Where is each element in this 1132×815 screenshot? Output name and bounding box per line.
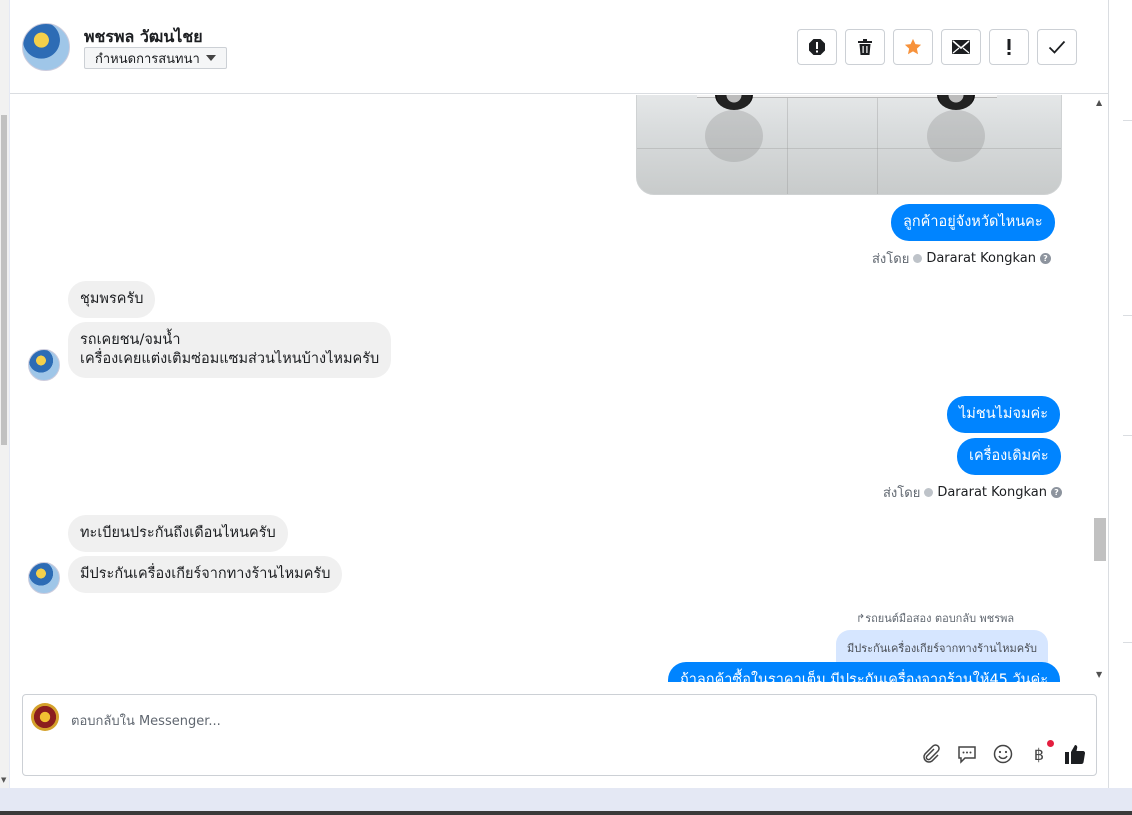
follow-up-button[interactable]	[989, 29, 1029, 65]
verified-dot-icon	[913, 254, 923, 263]
star-icon	[904, 38, 922, 55]
star-button[interactable]	[893, 29, 933, 65]
app-window: ▼ พชรพล วัฒนไชย กำหนดการสนทนา ลูกค้าอยู่…	[0, 0, 1132, 815]
divider	[1123, 435, 1132, 436]
wheel-reflection-shape	[705, 110, 763, 162]
help-icon[interactable]: ?	[1039, 253, 1051, 264]
saved-reply-icon	[958, 746, 976, 764]
sender-name[interactable]: Dararat Kongkan	[937, 485, 1047, 500]
sent-by-prefix: ส่งโดย	[883, 486, 921, 501]
outgoing-message[interactable]: ไม่ชนไม่จมค่ะ	[947, 396, 1060, 433]
page-scroll-down-arrow[interactable]: ▼	[1, 776, 6, 784]
delete-button[interactable]	[845, 29, 885, 65]
outgoing-message[interactable]: เครื่องเดิมค่ะ	[957, 438, 1061, 475]
divider	[1123, 315, 1132, 316]
baht-payment-icon: ฿	[1033, 744, 1045, 764]
scroll-down-arrow[interactable]: ▼	[1096, 670, 1102, 679]
envelope-icon	[952, 40, 970, 54]
assign-conversation-button[interactable]: กำหนดการสนทนา	[84, 47, 227, 69]
message-line: รถเคยชน/จมน้ำ	[80, 332, 181, 348]
sent-by-label: ส่งโดย Dararat Kongkan ?	[872, 248, 1051, 269]
floor-line	[787, 98, 788, 194]
sent-by-label: ส่งโดย Dararat Kongkan ?	[883, 482, 1062, 503]
assign-conversation-label: กำหนดการสนทนา	[95, 51, 200, 67]
sender-name[interactable]: Dararat Kongkan	[926, 251, 1036, 266]
conversation-panel: พชรพล วัฒนไชย กำหนดการสนทนา ลูกค้าอยู่จั…	[10, 0, 1108, 788]
payment-button[interactable]: ฿	[1028, 740, 1054, 765]
car-photo-attachment[interactable]	[636, 95, 1062, 195]
incoming-message[interactable]: รถเคยชน/จมน้ำ เครื่องเคยแต่งเติมซ่อมแซมส…	[68, 322, 392, 378]
saved-replies-button[interactable]	[956, 743, 978, 765]
help-icon[interactable]: ?	[1050, 487, 1062, 498]
mark-spam-button[interactable]	[797, 29, 837, 65]
scroll-up-arrow[interactable]: ▲	[1096, 98, 1102, 107]
paperclip-icon	[923, 744, 940, 763]
check-icon	[1048, 40, 1066, 54]
verified-dot-icon	[924, 488, 934, 497]
window-bottom-edge	[0, 811, 1132, 815]
incoming-message[interactable]: ทะเบียนประกันถึงเดือนไหนครับ	[68, 515, 288, 552]
floor-line	[637, 148, 1061, 149]
conversation-scrollbar-thumb[interactable]	[1094, 518, 1106, 561]
mark-done-button[interactable]	[1037, 29, 1077, 65]
contact-avatar[interactable]	[22, 23, 70, 71]
notification-dot	[1047, 740, 1054, 747]
mark-unread-button[interactable]	[941, 29, 981, 65]
like-button[interactable]	[1064, 743, 1086, 765]
message-line: เครื่องเคยแต่งเติมซ่อมแซมส่วนไหนบ้างไหมค…	[80, 351, 380, 367]
page-avatar	[31, 703, 59, 731]
incoming-message[interactable]: มีประกันเครื่องเกียร์จากทางร้านไหมครับ	[68, 556, 343, 593]
sent-by-prefix: ส่งโดย	[872, 252, 910, 267]
page-scrollbar[interactable]: ▼	[0, 0, 9, 788]
emoji-icon	[993, 744, 1013, 764]
background-page-strip	[1108, 0, 1132, 788]
reply-context-label: ↱รถยนต์มือสอง ตอบกลับ พชรพล	[856, 609, 1014, 627]
contact-avatar-small[interactable]	[28, 562, 60, 594]
car-wheel-shape	[715, 95, 753, 110]
reply-context-text: รถยนต์มือสอง ตอบกลับ พชรพล	[865, 612, 1015, 625]
car-wheel-shape	[937, 95, 975, 110]
emoji-button[interactable]	[992, 743, 1014, 765]
page-scrollbar-thumb[interactable]	[1, 115, 7, 445]
trash-icon	[858, 39, 872, 55]
message-list[interactable]: ลูกค้าอยู่จังหวัดไหนคะ ส่งโดย Dararat Ko…	[10, 95, 1108, 682]
exclamation-icon	[1007, 39, 1011, 55]
conversation-header: พชรพล วัฒนไชย กำหนดการสนทนา	[10, 0, 1108, 94]
wheel-reflection-shape	[927, 110, 985, 162]
header-actions	[797, 29, 1077, 65]
contact-avatar-small[interactable]	[28, 349, 60, 381]
outgoing-message[interactable]: ถ้าลูกค้าซื้อในราคาเต็ม มีประกันเครื่องจ…	[668, 662, 1061, 682]
caret-down-icon	[205, 55, 216, 61]
conversation-scrollbar[interactable]: ▲ ▼	[1093, 95, 1107, 682]
outgoing-message[interactable]: ลูกค้าอยู่จังหวัดไหนคะ	[891, 204, 1055, 241]
divider	[1123, 642, 1132, 643]
composer-tools: ฿	[920, 740, 1086, 765]
floor-line	[877, 98, 878, 194]
reply-input[interactable]: ตอบกลับใน Messenger...	[71, 710, 221, 731]
reply-composer[interactable]: ตอบกลับใน Messenger... ฿	[22, 694, 1097, 776]
reply-arrow-icon: ↱	[856, 612, 866, 625]
divider	[1123, 120, 1132, 121]
incoming-message[interactable]: ชุมพรครับ	[68, 281, 156, 318]
thumbs-up-icon	[1065, 745, 1086, 765]
spam-icon	[809, 39, 825, 55]
attach-button[interactable]	[920, 743, 942, 765]
